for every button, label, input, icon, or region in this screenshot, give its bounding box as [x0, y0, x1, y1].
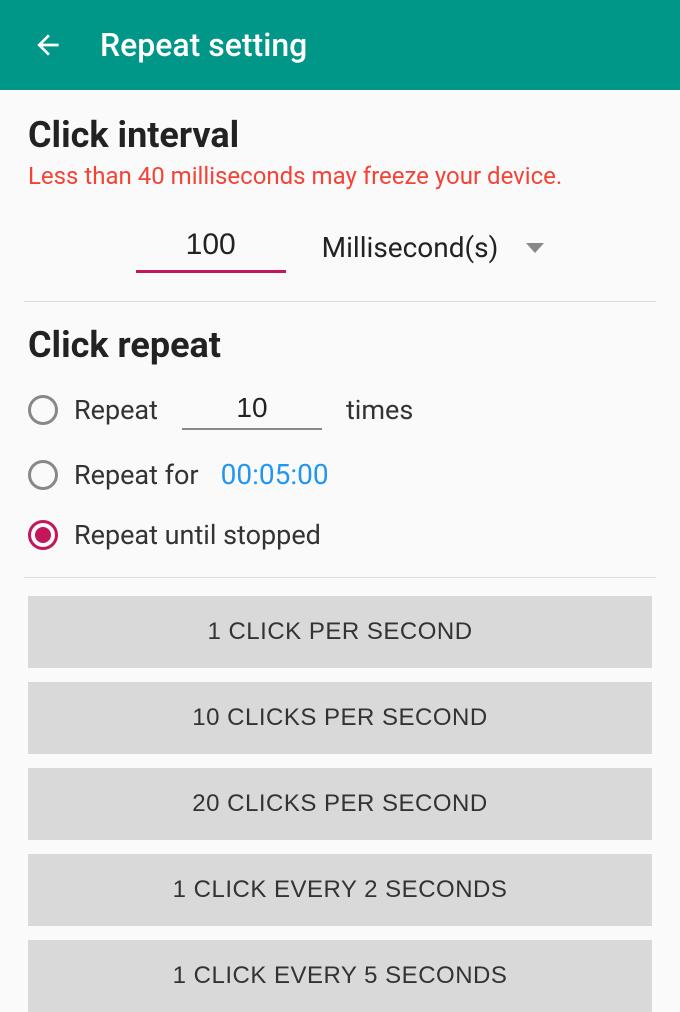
interval-unit-label: Millisecond(s) — [322, 231, 499, 264]
preset-list: 1 CLICK PER SECOND 10 CLICKS PER SECOND … — [28, 596, 652, 1012]
repeat-times-input[interactable] — [182, 390, 322, 430]
back-button[interactable] — [24, 21, 72, 69]
radio-repeat-times[interactable] — [28, 395, 58, 425]
repeat-until-stopped-option[interactable]: Repeat until stopped — [28, 505, 652, 565]
preset-20-clicks-per-second[interactable]: 20 CLICKS PER SECOND — [28, 768, 652, 840]
repeat-until-stopped-label: Repeat until stopped — [74, 519, 321, 551]
preset-10-clicks-per-second[interactable]: 10 CLICKS PER SECOND — [28, 682, 652, 754]
interval-unit-dropdown[interactable]: Millisecond(s) — [322, 231, 545, 264]
repeat-duration-option[interactable]: Repeat for 00:05:00 — [28, 444, 652, 505]
radio-repeat-until-stopped[interactable] — [28, 520, 58, 550]
repeat-duration-value[interactable]: 00:05:00 — [221, 458, 329, 491]
repeat-times-label-post: times — [346, 394, 413, 426]
content: Click interval Less than 40 milliseconds… — [0, 90, 680, 1012]
radio-repeat-duration[interactable] — [28, 460, 58, 490]
arrow-back-icon — [32, 29, 64, 61]
divider — [24, 577, 656, 578]
dropdown-caret-icon — [526, 243, 544, 253]
preset-1-click-every-5-seconds[interactable]: 1 CLICK EVERY 5 SECONDS — [28, 940, 652, 1012]
appbar: Repeat setting — [0, 0, 680, 90]
interval-section-title: Click interval — [28, 114, 652, 156]
interval-row: Millisecond(s) — [28, 222, 652, 273]
repeat-times-label-pre: Repeat — [74, 394, 158, 426]
repeat-times-option[interactable]: Repeat times — [28, 376, 652, 444]
preset-1-click-every-2-seconds[interactable]: 1 CLICK EVERY 2 SECONDS — [28, 854, 652, 926]
interval-value-input[interactable] — [136, 222, 286, 273]
divider — [24, 301, 656, 302]
preset-1-click-per-second[interactable]: 1 CLICK PER SECOND — [28, 596, 652, 668]
interval-warning-text: Less than 40 milliseconds may freeze you… — [28, 162, 652, 190]
repeat-section-title: Click repeat — [28, 324, 652, 366]
repeat-duration-label: Repeat for — [74, 459, 199, 491]
page-title: Repeat setting — [100, 26, 307, 64]
